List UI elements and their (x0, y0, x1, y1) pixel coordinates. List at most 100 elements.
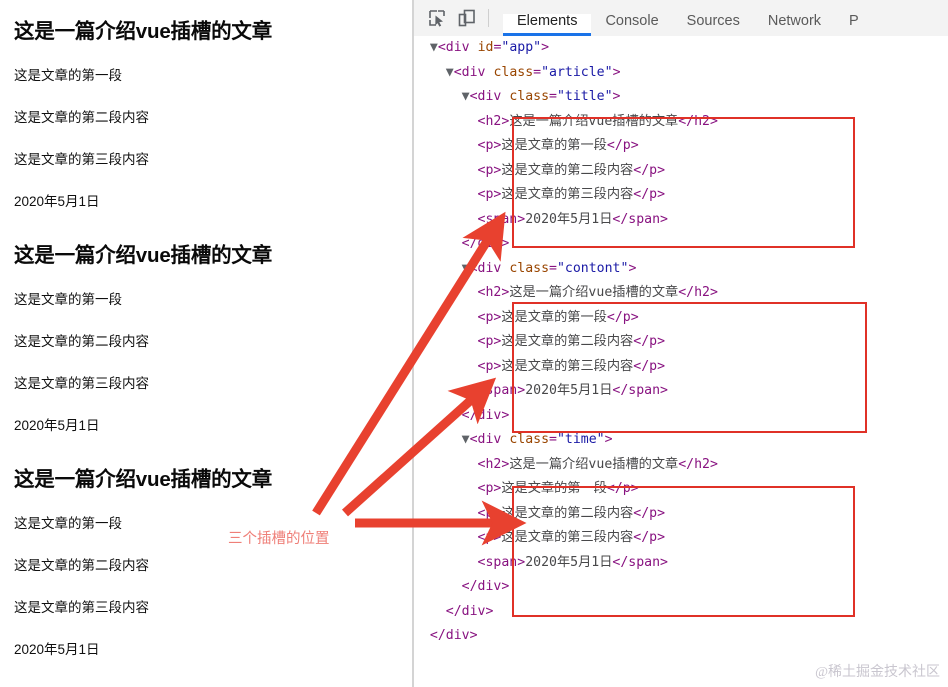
dom-line-p2[interactable]: <p>这是文章的第二段内容</p> (414, 330, 948, 355)
text-node: 这是一篇介绍vue插槽的文章 (509, 113, 679, 129)
text-node: 这是文章的第三段内容 (501, 187, 634, 202)
article-paragraph-1: 这是文章的第一段 (14, 68, 122, 83)
article-heading: 这是一篇介绍vue插槽的文章 (14, 244, 273, 267)
dom-line-group-close-1[interactable]: </div> (414, 232, 948, 257)
text-node: 这是文章的第二段内容 (501, 334, 634, 349)
article-date: 2020年5月1日 (14, 418, 100, 433)
text-node: 这是文章的第二段内容 (501, 162, 634, 178)
dom-line-p1[interactable]: <p>这是文章的第一段</p> (414, 306, 948, 331)
article-date: 2020年5月1日 (14, 194, 100, 209)
tag-name: p (649, 334, 658, 349)
dom-line-group-open-2[interactable]: ▼<div class="contont"> (414, 257, 948, 282)
tag-name: div (445, 40, 470, 55)
dom-line-span[interactable]: <span>2020年5月1日</span> (414, 379, 948, 404)
dom-line-h2[interactable]: <h2>这是一篇介绍vue插槽的文章</h2> (414, 110, 948, 135)
dom-line-p2[interactable]: <p>这是文章的第二段内容</p> (414, 159, 948, 184)
text-node: 这是文章的第三段内容 (501, 530, 634, 545)
close-tag: </div> (461, 407, 510, 423)
article-heading: 这是一篇介绍vue插槽的文章 (14, 20, 273, 43)
dom-line-p3[interactable]: <p>这是文章的第三段内容</p> (414, 355, 948, 380)
tag-name: div (477, 260, 502, 276)
dom-line-app[interactable]: ▼<div id="app"> (414, 36, 948, 61)
tag-name: p (649, 505, 658, 521)
text-node: 2020年5月1日 (525, 383, 613, 398)
watermark: @稀土掘金技术社区 (815, 665, 940, 680)
article-heading: 这是一篇介绍vue插槽的文章 (14, 468, 273, 491)
devtools-tool-icons (414, 0, 503, 36)
tab-elements[interactable]: Elements (503, 13, 592, 36)
expand-triangle-icon[interactable]: ▼ (414, 65, 454, 80)
dom-line-span[interactable]: <span>2020年5月1日</span> (414, 551, 948, 576)
article-paragraph-2: 这是文章的第二段内容 (14, 558, 149, 573)
text-node: 2020年5月1日 (525, 211, 613, 227)
dom-line-group-close-3[interactable]: </div> (414, 575, 948, 600)
attr-value: "app" (501, 40, 542, 55)
tag-name: p (622, 138, 631, 153)
close-tag: </div> (429, 628, 478, 643)
devtools-panel: Elements Console Sources Network P ▼<div… (414, 0, 948, 687)
rendered-page-preview: 这是一篇介绍vue插槽的文章 这是文章的第一段 这是文章的第二段内容 这是文章的… (0, 0, 412, 687)
dom-line-h2[interactable]: <h2>这是一篇介绍vue插槽的文章</h2> (414, 281, 948, 306)
text-node: 这是文章的第一段 (501, 309, 607, 325)
dom-line-p1[interactable]: <p>这是文章的第一段</p> (414, 134, 948, 159)
dom-tree[interactable]: ▼<div id="app"> ▼<div class="article"> ▼… (414, 36, 948, 687)
attr-name: class (509, 89, 550, 104)
attr-name: id (477, 40, 494, 55)
expand-triangle-icon[interactable]: ▼ (414, 89, 470, 104)
attr-name: class (493, 64, 534, 80)
tab-performance[interactable]: P (835, 14, 859, 37)
tag-name: h2 (694, 456, 710, 472)
article-paragraph-3: 这是文章的第三段内容 (14, 376, 149, 391)
tag-name: div (477, 432, 502, 447)
tag-name: span (628, 554, 661, 570)
article-block-3: 这是一篇介绍vue插槽的文章 这是文章的第一段 这是文章的第二段内容 这是文章的… (0, 434, 412, 658)
attr-name: class (509, 260, 550, 276)
tag-name: h2 (694, 285, 710, 300)
tag-name: h2 (485, 285, 502, 300)
close-tag: </div> (445, 603, 494, 619)
dom-line-group-open-1[interactable]: ▼<div class="title"> (414, 85, 948, 110)
tag-name: span (628, 211, 661, 227)
article-paragraph-2: 这是文章的第二段内容 (14, 110, 149, 125)
dom-line-article-close[interactable]: </div> (414, 600, 948, 625)
expand-triangle-icon[interactable]: ▼ (414, 40, 438, 55)
device-toolbar-icon[interactable] (454, 5, 480, 31)
attr-value: "time" (556, 432, 605, 447)
text-node: 这是一篇介绍vue插槽的文章 (509, 285, 679, 300)
tag-name: span (628, 383, 661, 398)
article-paragraph-2: 这是文章的第二段内容 (14, 334, 149, 349)
tag-name: p (649, 187, 658, 202)
dom-line-p1[interactable]: <p>这是文章的第一段</p> (414, 477, 948, 502)
tag-name: h2 (485, 113, 502, 129)
dom-line-group-close-2[interactable]: </div> (414, 404, 948, 429)
expand-triangle-icon[interactable]: ▼ (414, 432, 470, 447)
dom-line-p2[interactable]: <p>这是文章的第二段内容</p> (414, 502, 948, 527)
dom-line-p3[interactable]: <p>这是文章的第三段内容</p> (414, 183, 948, 208)
inspect-element-icon[interactable] (424, 5, 450, 31)
tag-name: h2 (485, 456, 502, 472)
tab-network[interactable]: Network (754, 13, 835, 37)
article-paragraph-1: 这是文章的第一段 (14, 516, 122, 531)
tab-sources[interactable]: Sources (673, 13, 754, 37)
text-node: 这是一篇介绍vue插槽的文章 (509, 456, 679, 472)
article-paragraph-3: 这是文章的第三段内容 (14, 152, 149, 167)
text-node: 2020年5月1日 (525, 554, 613, 570)
article-paragraph-3: 这是文章的第三段内容 (14, 600, 149, 615)
dom-line-app-close[interactable]: </div> (414, 624, 948, 649)
dom-line-group-open-3[interactable]: ▼<div class="time"> (414, 428, 948, 453)
expand-triangle-icon[interactable]: ▼ (414, 261, 470, 276)
text-node: 这是文章的第二段内容 (501, 505, 634, 521)
tag-name: h2 (694, 113, 710, 129)
devtools-toolbar: Elements Console Sources Network P (414, 0, 948, 37)
dom-line-article[interactable]: ▼<div class="article"> (414, 61, 948, 86)
text-node: 这是文章的第三段内容 (501, 358, 634, 374)
dom-line-span[interactable]: <span>2020年5月1日</span> (414, 208, 948, 233)
tag-name: span (485, 383, 518, 398)
attr-name: class (509, 432, 550, 447)
tag-name: p (649, 162, 658, 178)
dom-line-h2[interactable]: <h2>这是一篇介绍vue插槽的文章</h2> (414, 453, 948, 478)
dom-line-p3[interactable]: <p>这是文章的第三段内容</p> (414, 526, 948, 551)
tab-console[interactable]: Console (591, 13, 672, 37)
article-paragraph-1: 这是文章的第一段 (14, 292, 122, 307)
article-date: 2020年5月1日 (14, 642, 100, 657)
